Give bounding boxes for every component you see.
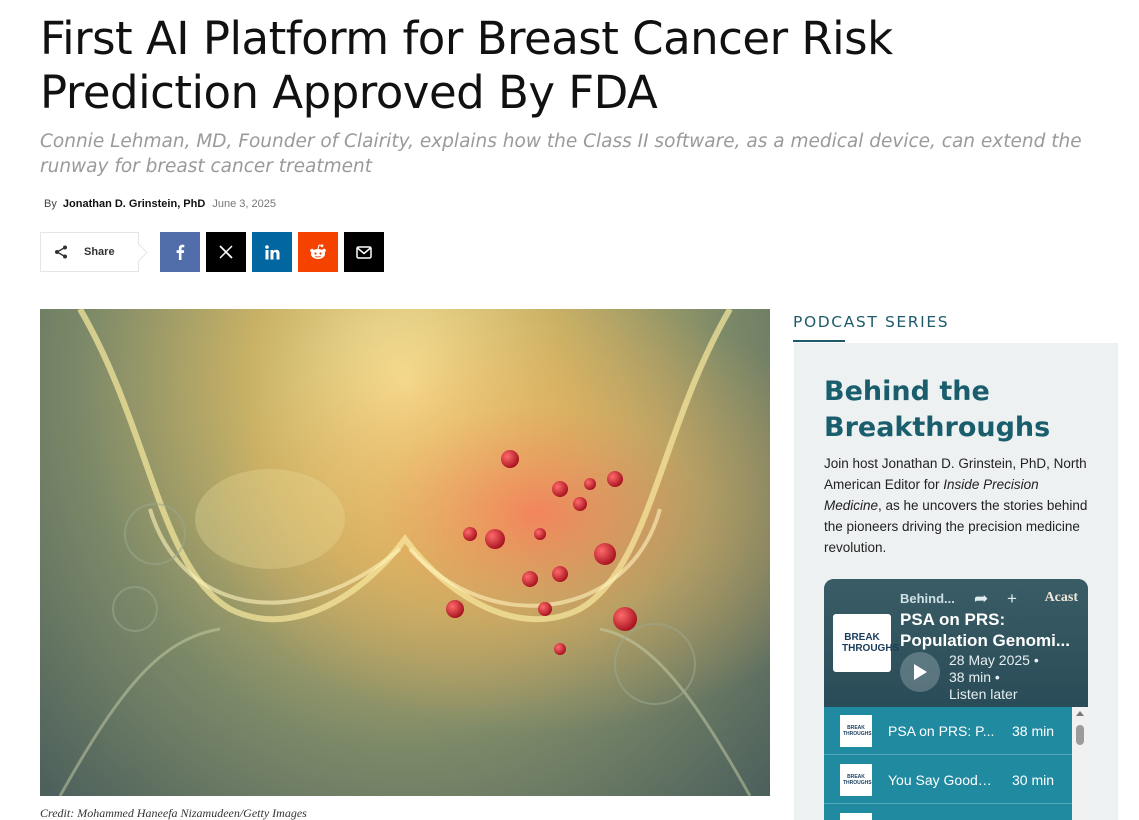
share-arrow-icon[interactable]: ➦ (974, 589, 988, 608)
player-header: BREAK THROUGHS Behind... ➦ + Acast PSA o… (824, 579, 1088, 707)
podcast-series-heading: PODCAST SERIES (793, 313, 950, 331)
episode-row-duration: 30 min (1012, 771, 1055, 788)
byline: By Jonathan D. Grinstein, PhD June 3, 20… (44, 198, 276, 210)
episode-cover[interactable]: BREAK THROUGHS (833, 614, 900, 672)
reddit-icon (310, 244, 326, 259)
episode-list-scrollbar[interactable] (1072, 707, 1088, 820)
episode-row-title: PSA on PRS: P... (888, 722, 995, 739)
cover-text: BREAK THROUGHS (843, 773, 872, 786)
podcast-player: BREAK THROUGHS Behind... ➦ + Acast PSA o… (824, 579, 1088, 820)
facebook-share-button[interactable] (160, 232, 200, 272)
player-actions: ➦ + (974, 589, 1017, 609)
scrollbar-thumb[interactable] (1076, 725, 1084, 745)
episode-date: 28 May 2025 • (949, 652, 1039, 668)
cover-text: BREAK THROUGHS (842, 632, 900, 654)
share-box[interactable]: Share (40, 232, 139, 272)
episode-list: BREAK THROUGHS PSA on PRS: P... 38 min B… (824, 707, 1088, 820)
linkedin-share-button[interactable] (252, 232, 292, 272)
x-icon (219, 245, 233, 259)
episode-row-duration: 38 min (1012, 722, 1055, 739)
episode-row-title: You Say Goodb... (888, 771, 996, 788)
episode-title-line2: Population Genomi... (900, 631, 1070, 650)
podcast-title: Behind the Breakthroughs (824, 376, 1051, 443)
email-share-button[interactable] (344, 232, 384, 272)
play-icon (914, 664, 927, 680)
share-label: Share (84, 246, 115, 258)
share-icon (55, 245, 67, 259)
episode-row[interactable]: BREAK THROUGHS You Say Goodb... 30 min (824, 756, 1072, 804)
by-label: By (44, 198, 57, 210)
author-link[interactable]: Jonathan D. Grinstein, PhD (63, 198, 205, 210)
play-button[interactable] (900, 652, 940, 692)
episode-meta: 28 May 2025 • 38 min • Listen later (949, 652, 1039, 703)
linkedin-icon (264, 244, 279, 259)
show-name[interactable]: Behind... (900, 591, 955, 606)
podcast-description: Join host Jonathan D. Grinstein, PhD, No… (824, 453, 1094, 558)
episode-thumb: BREAK THROUGHS (840, 763, 872, 796)
episode-title-line1: PSA on PRS: (900, 610, 1006, 629)
episode-row[interactable] (824, 805, 1072, 820)
heading-underline (793, 340, 845, 342)
cover-text: BREAK THROUGHS (843, 724, 872, 737)
episode-thumb (840, 812, 872, 820)
listen-later-link[interactable]: Listen later (949, 686, 1039, 703)
breast-cancer-illustration (40, 309, 770, 796)
email-icon (356, 245, 372, 259)
episode-thumb: BREAK THROUGHS (840, 714, 872, 747)
episode-duration: 38 min • (949, 669, 1000, 685)
scroll-up-arrow[interactable] (1076, 711, 1084, 716)
hero-image (40, 309, 770, 796)
acast-logo[interactable]: Acast (1045, 590, 1078, 606)
image-credit: Credit: Mohammed Haneefa Nizamudeen/Gett… (40, 806, 307, 820)
x-share-button[interactable] (206, 232, 246, 272)
publish-date: June 3, 2025 (212, 198, 276, 210)
article-subtitle: Connie Lehman, MD, Founder of Clairity, … (40, 131, 1082, 177)
reddit-share-button[interactable] (298, 232, 338, 272)
facebook-icon (176, 244, 185, 260)
article-headline: First AI Platform for Breast Cancer Risk… (40, 12, 893, 119)
plus-icon[interactable]: + (1007, 589, 1017, 608)
episode-row[interactable]: BREAK THROUGHS PSA on PRS: P... 38 min (824, 707, 1072, 755)
